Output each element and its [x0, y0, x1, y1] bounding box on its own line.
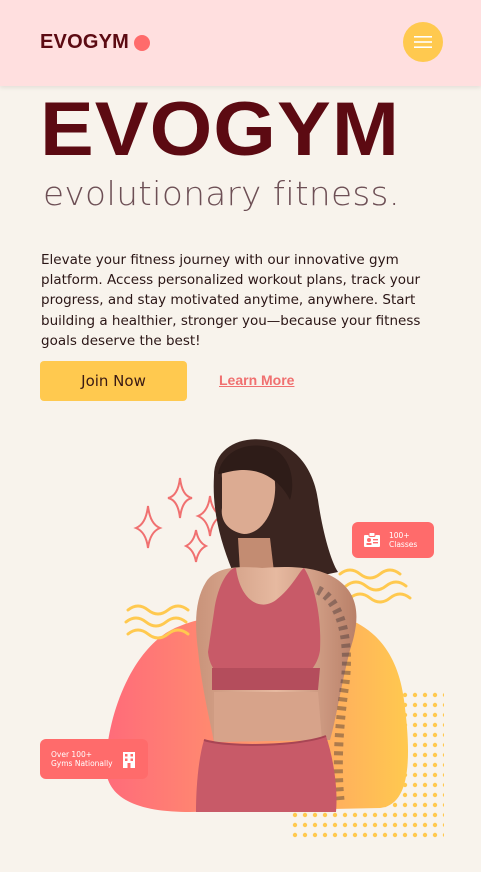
classes-badge-line1: 100+	[389, 531, 410, 540]
join-now-button[interactable]: Join Now	[40, 361, 187, 401]
hero-description: Elevate your fitness journey with our in…	[41, 252, 421, 349]
sparkle-icons	[133, 477, 225, 563]
classes-badge-line2: Classes	[389, 540, 418, 549]
hamburger-menu-icon	[414, 36, 432, 48]
classes-badge: 100+ Classes	[352, 522, 434, 558]
logo-text: EVOGYM	[40, 31, 129, 53]
hero-subtitle: evolutionary fitness.	[43, 174, 400, 213]
gyms-badge-text: Over 100+ Gyms Nationally	[51, 750, 113, 768]
learn-more-link[interactable]: Learn More	[219, 372, 294, 388]
hero-title: EVOGYM	[40, 87, 401, 172]
id-card-icon	[364, 532, 380, 547]
gyms-badge: Over 100+ Gyms Nationally	[40, 739, 148, 779]
hero-illustration	[105, 439, 444, 842]
gyms-badge-line1: Over 100+	[51, 750, 93, 759]
logo[interactable]: EVOGYM	[40, 31, 150, 54]
building-icon	[122, 751, 135, 768]
navbar: EVOGYM	[0, 0, 481, 86]
menu-button[interactable]	[403, 22, 443, 62]
logo-dot	[134, 35, 150, 51]
gyms-badge-line2: Gyms Nationally	[51, 759, 113, 768]
classes-badge-text: 100+ Classes	[389, 531, 417, 549]
